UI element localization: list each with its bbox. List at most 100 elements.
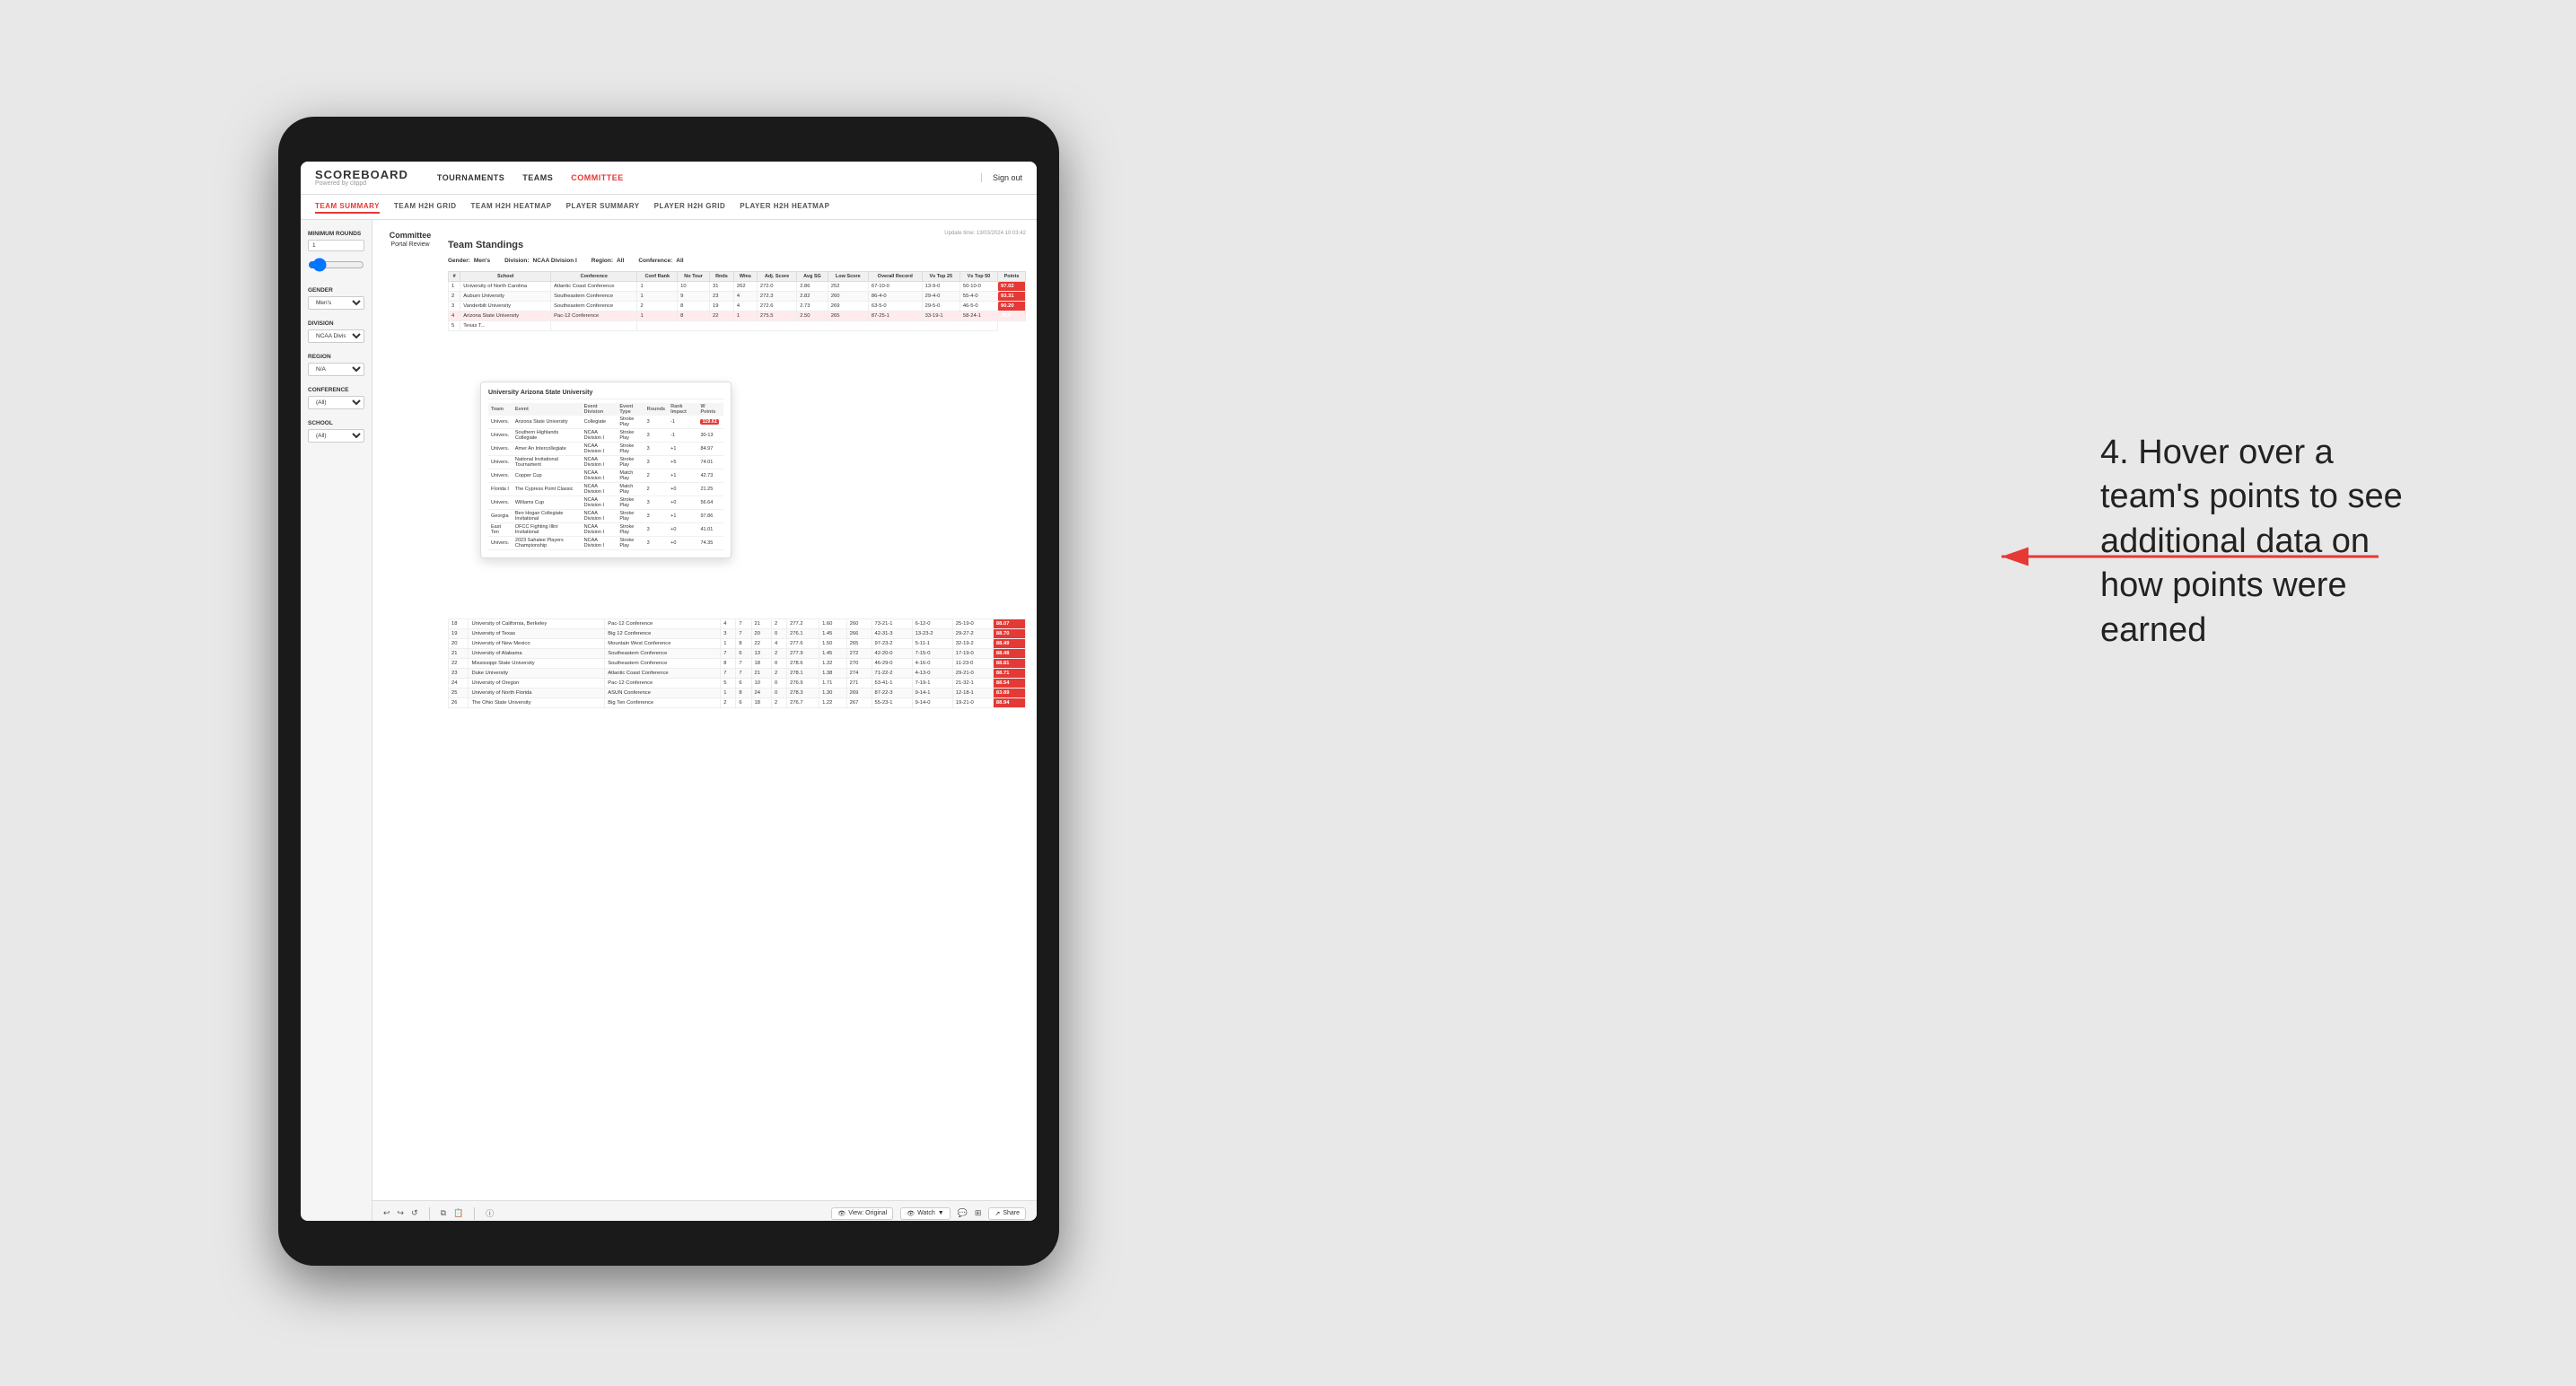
watch-icon: 👁: [907, 1210, 915, 1217]
table-row[interactable]: 21 University of Alabama Southeastern Co…: [449, 649, 1026, 659]
conf-2: Southeastern Conference: [551, 292, 637, 302]
school-2: Auburn University: [460, 292, 551, 302]
tab-player-summary[interactable]: PLAYER SUMMARY: [566, 200, 640, 214]
tab-team-h2h-grid[interactable]: TEAM H2H GRID: [394, 200, 457, 214]
table-row[interactable]: 5 Texas T...: [449, 321, 1026, 331]
table-row[interactable]: 25 University of North Florida ASUN Conf…: [449, 689, 1026, 698]
toolbar-sep-2: [474, 1207, 475, 1220]
conference-select[interactable]: (All): [308, 396, 364, 409]
table-row[interactable]: 23 Duke University Atlantic Coast Confer…: [449, 669, 1026, 679]
tab-player-h2h-grid[interactable]: PLAYER H2H GRID: [654, 200, 726, 214]
tab-player-h2h-heatmap[interactable]: PLAYER H2H HEATMAP: [740, 200, 829, 214]
view-label: View: Original: [848, 1210, 887, 1216]
gender-select[interactable]: Men's Women's: [308, 296, 364, 310]
info-icon[interactable]: ⓘ: [486, 1207, 494, 1219]
nav-teams[interactable]: TEAMS: [522, 171, 553, 184]
watch-button[interactable]: 👁 Watch ▼: [900, 1207, 950, 1220]
school-label: School: [308, 420, 364, 426]
wins-2: 4: [733, 292, 757, 302]
col-adj-score: Adj. Score: [757, 272, 796, 282]
division-select[interactable]: NCAA Division I NCAA Division II NCAA Di…: [308, 329, 364, 343]
tab-team-summary[interactable]: TEAM SUMMARY: [315, 200, 380, 214]
tab-team-h2h-heatmap[interactable]: TEAM H2H HEATMAP: [471, 200, 552, 214]
conf-3: Southeastern Conference: [551, 302, 637, 311]
share-icon: ↗: [994, 1210, 1000, 1217]
share-button[interactable]: ↗ Share: [988, 1207, 1026, 1220]
avgsg-3: 2.73: [797, 302, 828, 311]
wins-4: 1: [733, 311, 757, 321]
points-2[interactable]: 93.31: [998, 292, 1026, 302]
sign-out-button[interactable]: Sign out: [981, 173, 1022, 182]
tooltip-row: Florida I The Cypress Point Classic NCAA…: [488, 483, 723, 496]
reset-icon[interactable]: ↺: [411, 1208, 418, 1218]
paste-icon[interactable]: 📋: [453, 1208, 463, 1218]
filter-division-label: Division:: [504, 258, 529, 264]
nav-tournaments[interactable]: TOURNAMENTS: [437, 171, 504, 184]
portal-review-label: Portal Review: [383, 241, 437, 248]
filter-division-value: NCAA Division I: [533, 258, 577, 264]
comment-icon[interactable]: 💬: [958, 1208, 968, 1218]
tooltip-col-points: W Points: [697, 403, 723, 416]
table-row[interactable]: 2 Auburn University Southeastern Confere…: [449, 292, 1026, 302]
points-19[interactable]: 88.70: [993, 629, 1025, 639]
view-icon: 👁: [837, 1210, 846, 1217]
points-26[interactable]: 88.94: [993, 698, 1025, 708]
table-row-highlighted[interactable]: 4 Arizona State University Pac-12 Confer…: [449, 311, 1026, 321]
confrank-4: 1: [637, 311, 678, 321]
points-22[interactable]: 88.81: [993, 659, 1025, 669]
region-select[interactable]: N/A All: [308, 363, 364, 376]
overall-1: 67-10-0: [868, 282, 922, 292]
region-label: Region: [308, 354, 364, 360]
update-time: Update time: 13/03/2024 10:03:42: [448, 231, 1026, 236]
division-label: Division: [308, 320, 364, 327]
points-25[interactable]: 83.89: [993, 689, 1025, 698]
watch-chevron-icon: ▼: [938, 1210, 944, 1216]
tooltip-col-event: Event: [513, 403, 582, 416]
sidebar-school: School (All): [308, 420, 364, 443]
undo-icon[interactable]: ↩: [383, 1208, 390, 1218]
col-low-score: Low Score: [828, 272, 868, 282]
nav-items: TOURNAMENTS TEAMS COMMITTEE: [437, 171, 624, 184]
tooltip-row: Univers. Amer An Intercollegiate NCAA Di…: [488, 443, 723, 456]
overall-3: 63-5-0: [868, 302, 922, 311]
avgsg-1: 2.86: [797, 282, 828, 292]
points-1[interactable]: 97.02: [998, 282, 1026, 292]
nav-committee[interactable]: COMMITTEE: [571, 171, 624, 184]
col-points: Points: [998, 272, 1026, 282]
main-content: Minimum Rounds Gender Men's Women's Divi…: [301, 220, 1037, 1221]
tooltip-col-team: Team: [488, 403, 513, 416]
copy-icon[interactable]: ⧉: [441, 1208, 446, 1218]
points-24[interactable]: 88.54: [993, 679, 1025, 689]
col-vs25: Vs Top 25: [922, 272, 959, 282]
points-23[interactable]: 88.71: [993, 669, 1025, 679]
view-original-button[interactable]: 👁 View: Original: [831, 1207, 893, 1220]
table-row[interactable]: 1 University of North Carolina Atlantic …: [449, 282, 1026, 292]
table-row[interactable]: 26 The Ohio State University Big Ten Con…: [449, 698, 1026, 708]
points-4[interactable]: 79.5: [998, 311, 1026, 321]
table-row[interactable]: 3 Vanderbilt University Southeastern Con…: [449, 302, 1026, 311]
school-select[interactable]: (All): [308, 429, 364, 443]
tooltip-row: Univers. Copper Cup NCAA Division I Matc…: [488, 469, 723, 483]
minimum-rounds-input[interactable]: [308, 240, 364, 251]
table-row[interactable]: 18 University of California, Berkeley Pa…: [449, 619, 1026, 629]
low-2: 260: [828, 292, 868, 302]
tooltip-row: Univers. Williams Cup NCAA Division I St…: [488, 496, 723, 510]
table-row[interactable]: 19 University of Texas Big 12 Conference…: [449, 629, 1026, 639]
confrank-1: 1: [637, 282, 678, 292]
points-18[interactable]: 88.07: [993, 619, 1025, 629]
grid-icon[interactable]: ⊞: [975, 1208, 982, 1218]
tooltip-col-rank: Rank Impact: [668, 403, 697, 416]
tooltip-row: Univers. National Invitational Tournamen…: [488, 456, 723, 469]
table-row[interactable]: 20 University of New Mexico Mountain Wes…: [449, 639, 1026, 649]
points-21[interactable]: 88.48: [993, 649, 1025, 659]
table-row[interactable]: 24 University of Oregon Pac-12 Conferenc…: [449, 679, 1026, 689]
rank-2: 2: [449, 292, 460, 302]
redo-icon[interactable]: ↪: [398, 1208, 405, 1218]
minimum-rounds-slider[interactable]: [308, 255, 364, 275]
sidebar-conference: Conference (All): [308, 387, 364, 409]
low-4: 265: [828, 311, 868, 321]
points-20[interactable]: 88.49: [993, 639, 1025, 649]
filter-region-label: Region:: [591, 258, 613, 264]
points-3[interactable]: 90.20: [998, 302, 1026, 311]
table-row[interactable]: 22 Mississippi State University Southeas…: [449, 659, 1026, 669]
